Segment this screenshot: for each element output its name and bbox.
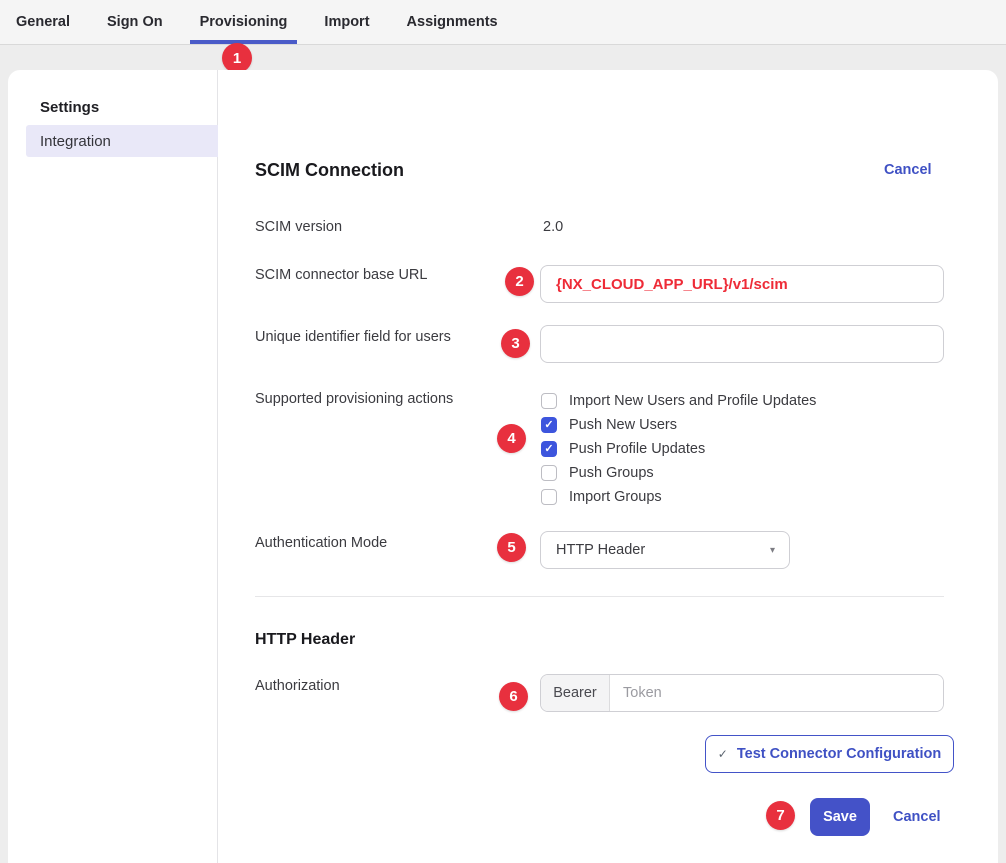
unique-id-input[interactable] — [540, 325, 944, 363]
checkbox-import-groups[interactable]: ✓ Import Groups — [541, 485, 662, 509]
http-header-section-title: HTTP Header — [255, 631, 355, 649]
bearer-prefix: Bearer — [541, 675, 610, 711]
checkbox-box: ✓ — [541, 393, 557, 409]
base-url-label: SCIM connector base URL — [255, 267, 427, 283]
unique-id-label: Unique identifier field for users — [255, 329, 451, 345]
chevron-down-icon: ▾ — [770, 545, 775, 556]
checkbox-box: ✓ — [541, 489, 557, 505]
checkbox-label: Import New Users and Profile Updates — [569, 393, 816, 409]
checkbox-box: ✓ — [541, 465, 557, 481]
step-badge-4: 4 — [497, 424, 526, 453]
page-title: SCIM Connection — [255, 160, 404, 181]
cancel-link-bottom[interactable]: Cancel — [893, 809, 941, 825]
tab-import[interactable]: Import — [314, 0, 379, 44]
settings-sidebar: Settings Integration — [8, 70, 218, 863]
tab-sign-on[interactable]: Sign On — [97, 0, 173, 44]
sidebar-item-integration[interactable]: Integration — [26, 125, 218, 157]
base-url-input[interactable] — [540, 265, 944, 303]
authorization-input-group: Bearer — [540, 674, 944, 712]
checkbox-push-profile-updates[interactable]: ✓ Push Profile Updates — [541, 437, 705, 461]
sidebar-header: Settings — [40, 99, 99, 116]
auth-mode-label: Authentication Mode — [255, 535, 387, 551]
check-icon: ✓ — [718, 747, 728, 761]
step-badge-1: 1 — [222, 43, 252, 73]
token-input[interactable] — [610, 675, 943, 711]
auth-mode-value: HTTP Header — [556, 542, 645, 558]
app-tab-bar: General Sign On Provisioning Import Assi… — [0, 0, 1006, 45]
checkbox-label: Push Groups — [569, 465, 654, 481]
test-connector-label: Test Connector Configuration — [737, 746, 941, 762]
checkbox-box: ✓ — [541, 441, 557, 457]
checkbox-push-new-users[interactable]: ✓ Push New Users — [541, 413, 677, 437]
step-badge-6: 6 — [499, 682, 528, 711]
checkbox-box: ✓ — [541, 417, 557, 433]
check-icon: ✓ — [544, 444, 553, 455]
provisioning-card: Settings Integration SCIM Connection Can… — [8, 70, 998, 863]
checkbox-label: Push Profile Updates — [569, 441, 705, 457]
checkbox-import-new-users[interactable]: ✓ Import New Users and Profile Updates — [541, 389, 816, 413]
auth-mode-select[interactable]: HTTP Header ▾ — [540, 531, 790, 569]
checkbox-label: Import Groups — [569, 489, 662, 505]
cancel-link-top[interactable]: Cancel — [884, 162, 932, 178]
provisioning-actions-label: Supported provisioning actions — [255, 391, 453, 407]
save-button[interactable]: Save — [810, 798, 870, 836]
tab-assignments[interactable]: Assignments — [397, 0, 508, 44]
tab-general[interactable]: General — [6, 0, 80, 44]
step-badge-7: 7 — [766, 801, 795, 830]
step-badge-3: 3 — [501, 329, 530, 358]
tab-provisioning[interactable]: Provisioning — [190, 0, 298, 44]
check-icon: ✓ — [544, 420, 553, 431]
step-badge-2: 2 — [505, 267, 534, 296]
step-badge-5: 5 — [497, 533, 526, 562]
checkbox-push-groups[interactable]: ✓ Push Groups — [541, 461, 654, 485]
checkbox-label: Push New Users — [569, 417, 677, 433]
scim-version-label: SCIM version — [255, 219, 342, 235]
authorization-label: Authorization — [255, 678, 340, 694]
scim-version-value: 2.0 — [543, 219, 563, 235]
section-divider — [255, 596, 944, 597]
scim-connection-panel: SCIM Connection Cancel SCIM version 2.0 … — [218, 70, 998, 863]
test-connector-configuration-button[interactable]: ✓ Test Connector Configuration — [705, 735, 954, 773]
